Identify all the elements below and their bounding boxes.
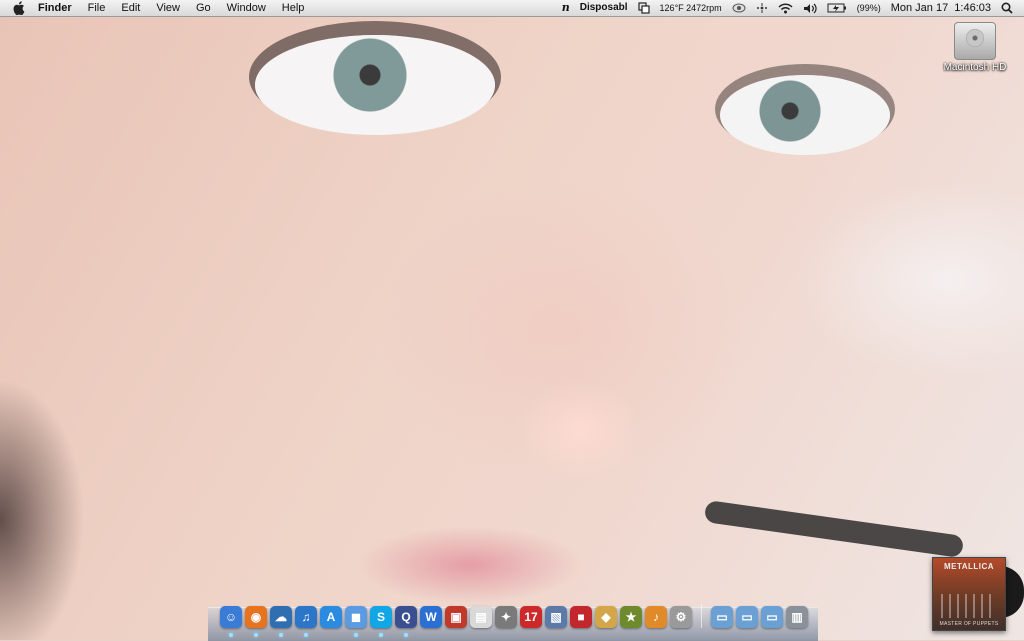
wallpaper-right-eye [720, 75, 890, 155]
menu-help[interactable]: Help [274, 0, 313, 16]
iphoto-glyph: ▧ [550, 610, 562, 624]
firefox-glyph: ◉ [250, 610, 262, 624]
ical-glyph: 17 [524, 610, 538, 624]
album-band-name: METALLICA [943, 562, 995, 571]
desktop-wallpaper [0, 0, 1024, 640]
word-glyph: W [425, 610, 437, 624]
running-indicator [229, 633, 233, 637]
terminal-glyph: ▣ [450, 610, 462, 624]
finder-glyph: ☺ [224, 610, 238, 624]
imovie-icon[interactable]: ✦ [495, 606, 517, 628]
wallpaper-left-eye [255, 35, 495, 135]
documents-stack-glyph: ▭ [716, 610, 728, 624]
trash-glyph: ▥ [791, 610, 803, 624]
menu-view[interactable]: View [148, 0, 188, 16]
apple-menu-icon[interactable] [12, 0, 26, 16]
window-resize-icon[interactable] [633, 2, 655, 14]
photo-booth-icon[interactable]: ■ [570, 606, 592, 628]
album-title: MASTER OF PUPPETS [939, 621, 999, 627]
menu-go[interactable]: Go [188, 0, 219, 16]
menu-window[interactable]: Window [219, 0, 274, 16]
hard-drive-icon [954, 22, 996, 60]
firefox-icon[interactable]: ◉ [245, 606, 267, 637]
downloads-stack-glyph: ▭ [741, 610, 753, 624]
garageband-icon[interactable]: ♪ [645, 606, 667, 628]
running-indicator [379, 633, 383, 637]
quicksilver-icon[interactable]: Q [395, 606, 417, 637]
menu-bar-left: Finder File Edit View Go Window Help [0, 0, 312, 16]
running-indicator [254, 633, 258, 637]
running-indicator [404, 633, 408, 637]
aperture-glyph: ◆ [601, 610, 611, 624]
temperature-fan-readout[interactable]: 126°F 2472rpm [655, 0, 727, 16]
aperture-icon[interactable]: ◆ [595, 606, 617, 628]
garageband-glyph: ♪ [653, 610, 659, 624]
menu-edit[interactable]: Edit [113, 0, 148, 16]
network-glyph: ☁ [275, 610, 287, 624]
menu-clock[interactable]: Mon Jan 17 1:46:03 [886, 0, 996, 16]
desktop-icon-label: Macintosh HD [943, 62, 1007, 73]
running-indicator [279, 633, 283, 637]
network-icon[interactable]: ☁ [270, 606, 292, 637]
skype-glyph: S [376, 610, 385, 624]
trash-icon[interactable]: ▥ [786, 606, 808, 628]
imovie-star-icon[interactable]: ★ [620, 606, 642, 628]
applications-stack-glyph: ▭ [766, 610, 778, 624]
finder-icon[interactable]: ☺ [220, 606, 242, 637]
itunes-icon[interactable]: ♫ [295, 606, 317, 637]
imovie-glyph: ✦ [500, 610, 512, 624]
album-cover-art [941, 594, 997, 618]
ical-icon[interactable]: 17 [520, 606, 542, 628]
photo-booth-glyph: ■ [577, 610, 585, 624]
itunes-glyph: ♫ [301, 610, 311, 624]
menu-bar: Finder File Edit View Go Window Help n D… [0, 0, 1024, 17]
eye-monitor-icon[interactable] [727, 3, 751, 13]
documents-stack-icon[interactable]: ▭ [711, 606, 733, 628]
preview-icon[interactable]: ▤ [470, 606, 492, 628]
terminal-icon[interactable]: ▣ [445, 606, 467, 628]
app-store-glyph: A [326, 610, 336, 624]
dock-separator [701, 604, 702, 628]
messages-icon[interactable]: ◼ [345, 606, 367, 637]
app-store-icon[interactable]: A [320, 606, 342, 628]
volume-icon[interactable] [798, 3, 822, 14]
menu-extras: n Disposabl 126°F 2472rpm (99%) Mon Jan … [557, 0, 1024, 16]
downloads-stack-icon[interactable]: ▭ [736, 606, 758, 628]
menu-file[interactable]: File [80, 0, 114, 16]
nocturne-icon[interactable]: n [557, 0, 575, 16]
word-icon[interactable]: W [420, 606, 442, 628]
system-preferences-icon[interactable]: ⚙ [670, 606, 692, 628]
album-art-widget[interactable]: METALLICA MASTER OF PUPPETS [932, 557, 1006, 631]
disposable-menu-extra[interactable]: Disposabl [575, 0, 633, 16]
imovie-star-glyph: ★ [625, 610, 637, 624]
dock-icons: ☺ ◉ ☁ ♫ A ◼ S Q W ▣ ▤ ✦ 17 ▧ ■ ◆ ★ ♪ ⚙ ▭ ▭ ▭ ▥ [220, 604, 808, 637]
system-preferences-glyph: ⚙ [675, 610, 687, 624]
wallpaper-strap [703, 500, 965, 558]
bluetooth-dots-icon[interactable] [751, 3, 773, 13]
skype-icon[interactable]: S [370, 606, 392, 637]
battery-percent[interactable]: (99%) [852, 0, 886, 16]
battery-icon[interactable] [822, 3, 852, 13]
quicksilver-glyph: Q [401, 610, 411, 624]
running-indicator [304, 633, 308, 637]
running-indicator [354, 633, 358, 637]
applications-stack-icon[interactable]: ▭ [761, 606, 783, 628]
wifi-icon[interactable] [773, 2, 798, 14]
iphoto-icon[interactable]: ▧ [545, 606, 567, 628]
messages-glyph: ◼ [351, 610, 361, 624]
preview-glyph: ▤ [475, 610, 487, 624]
menu-app-finder[interactable]: Finder [36, 0, 80, 16]
desktop-icon-macintosh-hd[interactable]: Macintosh HD [940, 22, 1010, 73]
spotlight-search-icon[interactable] [996, 2, 1018, 14]
